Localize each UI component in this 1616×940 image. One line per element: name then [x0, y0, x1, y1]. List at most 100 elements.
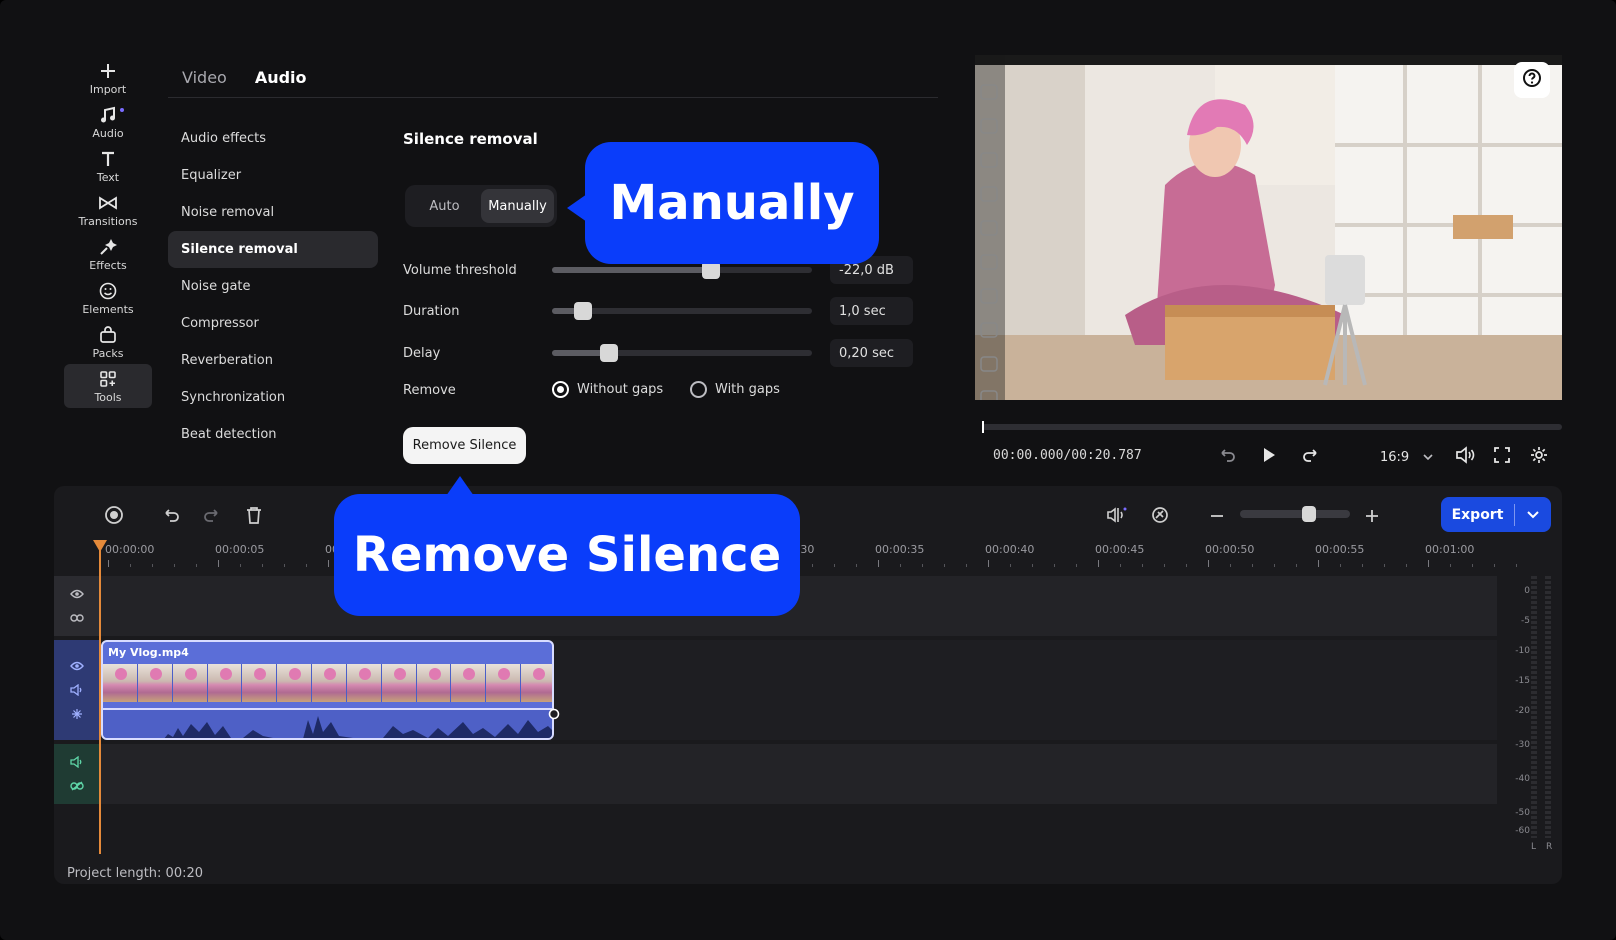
speaker-icon[interactable] — [69, 754, 85, 770]
chevron-down-icon — [1423, 450, 1433, 465]
music-note-icon — [98, 105, 118, 125]
tool-beat-detection[interactable]: Beat detection — [168, 416, 378, 453]
tool-noise-removal[interactable]: Noise removal — [168, 194, 378, 231]
rail-label: Effects — [89, 258, 127, 272]
rail-text[interactable]: Text — [64, 144, 152, 188]
rail-import[interactable]: Import — [64, 56, 152, 100]
tool-audio-effects[interactable]: Audio effects — [168, 120, 378, 157]
step-back-button[interactable] — [1216, 446, 1238, 468]
mode-auto-button[interactable]: Auto — [408, 189, 481, 223]
rail-elements[interactable]: Elements — [64, 276, 152, 320]
duration-slider[interactable] — [552, 302, 812, 320]
tool-reverberation[interactable]: Reverberation — [168, 342, 378, 379]
fullscreen-button[interactable] — [1491, 446, 1513, 468]
rail-tools[interactable]: Tools — [64, 364, 152, 408]
minor-tick — [1164, 564, 1165, 567]
minor-tick — [1054, 564, 1055, 567]
delete-button[interactable] — [241, 504, 267, 530]
tool-equalizer[interactable]: Equalizer — [168, 157, 378, 194]
meter-right-label: R — [1546, 842, 1553, 852]
step-forward-button[interactable] — [1300, 446, 1322, 468]
audio-level-meter: L R 0 -5 -10 -15 -20 -30 -40 -50 -60 — [1510, 576, 1560, 856]
snap-button[interactable] — [1147, 504, 1173, 530]
record-button[interactable] — [101, 504, 127, 530]
radio-with-gaps[interactable]: With gaps — [690, 381, 780, 398]
delay-slider[interactable] — [552, 344, 812, 362]
tick — [988, 560, 989, 567]
aspect-ratio-value: 16:9 — [1380, 450, 1410, 465]
undo-button[interactable] — [158, 504, 184, 530]
video-preview[interactable] — [975, 55, 1562, 400]
split-audio-button[interactable] — [1104, 504, 1130, 530]
tick-label: 00:00:35 — [875, 543, 925, 556]
rail-label: Transitions — [78, 214, 138, 228]
tool-noise-gate[interactable]: Noise gate — [168, 268, 378, 305]
tab-audio[interactable]: Audio — [255, 68, 307, 87]
link-icon[interactable] — [69, 610, 85, 626]
tool-silence-removal[interactable]: Silence removal — [168, 231, 378, 268]
time-ruler[interactable]: 00:00:0000:00:0500:00:1000:00:1500:00:20… — [100, 540, 1517, 570]
minor-tick — [130, 564, 131, 567]
tick-label: 00:00:40 — [985, 543, 1035, 556]
volume-threshold-slider[interactable] — [552, 261, 812, 279]
thumbnail — [346, 664, 382, 702]
tick-label: 00:00:05 — [215, 543, 265, 556]
unlink-icon[interactable] — [69, 778, 85, 794]
eye-icon[interactable] — [69, 658, 85, 674]
rail-effects[interactable]: Effects — [64, 232, 152, 276]
video-clip[interactable]: My Vlog.mp4 — [101, 640, 554, 740]
settings-button[interactable] — [1528, 446, 1550, 468]
tool-compressor[interactable]: Compressor — [168, 305, 378, 342]
play-icon — [1261, 447, 1277, 467]
rail-label: Import — [89, 82, 127, 96]
rail-transitions[interactable]: Transitions — [64, 188, 152, 232]
minor-tick — [174, 564, 175, 567]
play-button[interactable] — [1258, 446, 1280, 468]
scrubber-head[interactable] — [982, 421, 984, 433]
playhead[interactable] — [93, 540, 107, 854]
export-button[interactable]: Export — [1441, 497, 1551, 532]
minor-tick — [152, 564, 153, 567]
help-button[interactable] — [1514, 62, 1550, 98]
audio-tools-list: Audio effects Equalizer Noise removal Si… — [168, 120, 378, 453]
zoom-knob[interactable] — [1302, 506, 1316, 522]
preview-scrubber[interactable] — [982, 421, 1562, 433]
radio-without-gaps[interactable]: Without gaps — [552, 381, 663, 398]
zoom-slider[interactable] — [1240, 506, 1350, 522]
packs-bag-icon — [98, 325, 118, 345]
delay-label: Delay — [403, 346, 441, 361]
thumbnail — [137, 664, 173, 702]
redo-button[interactable] — [199, 504, 225, 530]
meter-scale-label: -5 — [1521, 616, 1530, 626]
rail-label: Audio — [92, 126, 124, 140]
clip-trim-handle[interactable] — [548, 708, 560, 720]
minor-tick — [834, 564, 835, 567]
aspect-ratio-select[interactable]: 16:9 — [1380, 450, 1433, 465]
rail-packs[interactable]: Packs — [64, 320, 152, 364]
slider-knob[interactable] — [574, 302, 593, 320]
slider-knob[interactable] — [600, 344, 619, 362]
delay-value[interactable]: 0,20 sec — [830, 339, 913, 367]
tool-synchronization[interactable]: Synchronization — [168, 379, 378, 416]
thumbnail — [277, 664, 313, 702]
mode-manual-button[interactable]: Manually — [481, 189, 554, 223]
meter-scale-label: -15 — [1515, 676, 1530, 686]
thumbnail — [451, 664, 487, 702]
eye-icon[interactable] — [69, 586, 85, 602]
audio-track[interactable] — [100, 744, 1497, 804]
remove-silence-button[interactable]: Remove Silence — [403, 427, 526, 464]
speaker-icon[interactable] — [69, 682, 85, 698]
chevron-down-icon[interactable] — [1515, 510, 1551, 519]
effects-icon[interactable] — [69, 706, 85, 722]
minor-tick — [1406, 564, 1407, 567]
tab-video[interactable]: Video — [182, 68, 227, 87]
zoom-in-button[interactable] — [1359, 504, 1385, 530]
rail-audio[interactable]: Audio — [64, 100, 152, 144]
plus-icon — [1365, 508, 1379, 527]
volume-button[interactable] — [1454, 446, 1476, 468]
meter-scale-label: -40 — [1515, 774, 1530, 784]
radio-indicator — [690, 381, 707, 398]
zoom-out-button[interactable] — [1204, 504, 1230, 530]
duration-value[interactable]: 1,0 sec — [830, 297, 913, 325]
minor-tick — [1230, 564, 1231, 567]
